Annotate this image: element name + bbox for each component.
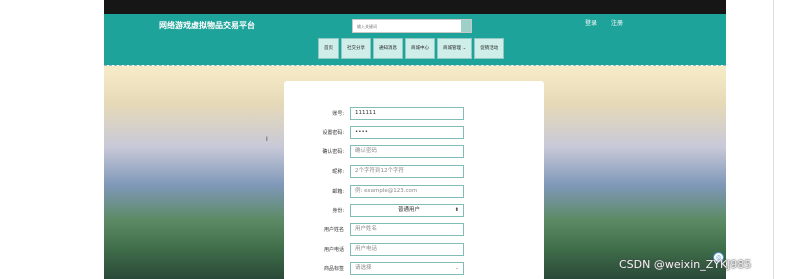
search-box <box>352 19 472 33</box>
nav-item-mall-admin-label: 商城管理 <box>443 46 461 51</box>
form-row-product-tag: 商品标签 请选择 ⌄ <box>284 262 544 278</box>
form-row-email: 邮箱: 例: example@123.com <box>284 185 544 201</box>
login-link[interactable]: 登录 <box>585 18 597 27</box>
phone-label: 用户电话 <box>323 247 344 253</box>
username-label: 用户姓名 <box>323 227 344 233</box>
account-input[interactable]: 111111 <box>350 107 464 120</box>
form-row-nickname: 昵称: 2个字符到12个字符 <box>284 165 544 181</box>
email-label: 邮箱: <box>332 189 344 195</box>
nav-item-home[interactable]: 首页 <box>318 38 339 59</box>
register-link[interactable]: 注册 <box>611 18 623 27</box>
caret-icon: ⬍ <box>454 207 459 213</box>
form-row-role: 身份: 普通用户 ⬍ <box>284 204 544 220</box>
product-tag-select[interactable]: 请选择 ⌄ <box>350 262 464 275</box>
top-bar <box>104 0 726 14</box>
confirm-password-label: 确认密码: <box>322 149 344 155</box>
site-title: 网络游戏虚拟物品交易平台 <box>159 21 255 30</box>
nav-item-social[interactable]: 社交分享 <box>341 38 371 59</box>
register-form: 账号: 111111 设置密码: •••• 确认密码: 确认密码 昵称: 2个字… <box>284 81 544 279</box>
nav-item-mall[interactable]: 商城中心 <box>405 38 435 59</box>
phone-input[interactable]: 用户电话 <box>350 243 464 256</box>
role-select[interactable]: 普通用户 ⬍ <box>350 204 464 217</box>
role-label: 身份: <box>332 208 344 214</box>
chevron-down-icon: ⌄ <box>462 46 467 51</box>
form-row-confirm-password: 确认密码: 确认密码 <box>284 145 544 161</box>
page-frame: 网络游戏虚拟物品交易平台 登录 注册 首页 社交分享 通知消息 商城中心 商城管… <box>104 0 726 279</box>
product-tag-select-value: 请选择 <box>355 265 372 271</box>
role-select-value: 普通用户 <box>397 207 420 213</box>
nickname-label: 昵称: <box>332 169 344 175</box>
confirm-password-input[interactable]: 确认密码 <box>350 145 464 158</box>
form-row-phone: 用户电话 用户电话 <box>284 243 544 259</box>
background-landscape: 账号: 111111 设置密码: •••• 确认密码: 确认密码 昵称: 2个字… <box>104 66 726 279</box>
nav-item-promotions[interactable]: 促销活动 <box>474 38 505 59</box>
email-input[interactable]: 例: example@123.com <box>350 185 464 198</box>
form-row-password: 设置密码: •••• <box>284 126 544 142</box>
account-label: 账号: <box>332 111 344 117</box>
nav-item-mall-admin[interactable]: 商城管理 ⌄ <box>437 38 473 59</box>
form-row-username: 用户姓名 用户姓名 <box>284 223 544 239</box>
username-input[interactable]: 用户姓名 <box>350 223 464 236</box>
chevron-down-icon: ⌄ <box>454 265 459 271</box>
text-cursor-icon: I <box>266 136 268 143</box>
nickname-input[interactable]: 2个字符到12个字符 <box>350 165 464 178</box>
right-margin <box>726 0 786 279</box>
product-tag-label: 商品标签 <box>323 266 344 272</box>
password-input[interactable]: •••• <box>350 126 464 139</box>
form-row-account: 账号: 111111 <box>284 107 544 123</box>
main-nav: 首页 社交分享 通知消息 商城中心 商城管理 ⌄ 促销活动 <box>318 38 505 59</box>
password-label: 设置密码: <box>322 130 344 136</box>
nav-item-notice[interactable]: 通知消息 <box>373 38 403 59</box>
search-button[interactable] <box>461 20 471 32</box>
right-border <box>773 0 774 279</box>
search-input[interactable] <box>353 20 461 32</box>
site-header: 网络游戏虚拟物品交易平台 登录 注册 首页 社交分享 通知消息 商城中心 商城管… <box>104 14 726 65</box>
watermark: CSDN @weixin_ZYKJ985 <box>619 258 752 271</box>
